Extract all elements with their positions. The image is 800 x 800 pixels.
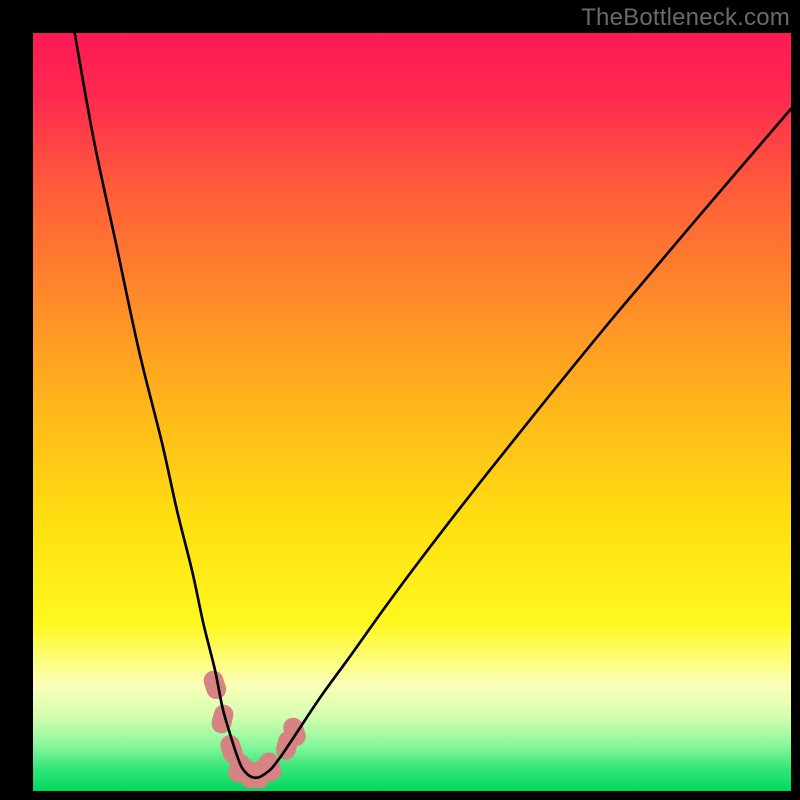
- chart-frame: TheBottleneck.com: [0, 0, 800, 800]
- curve-layer: [33, 33, 791, 791]
- watermark-text: TheBottleneck.com: [581, 4, 790, 32]
- plot-area: [33, 33, 791, 791]
- bottleneck-curve: [75, 33, 791, 778]
